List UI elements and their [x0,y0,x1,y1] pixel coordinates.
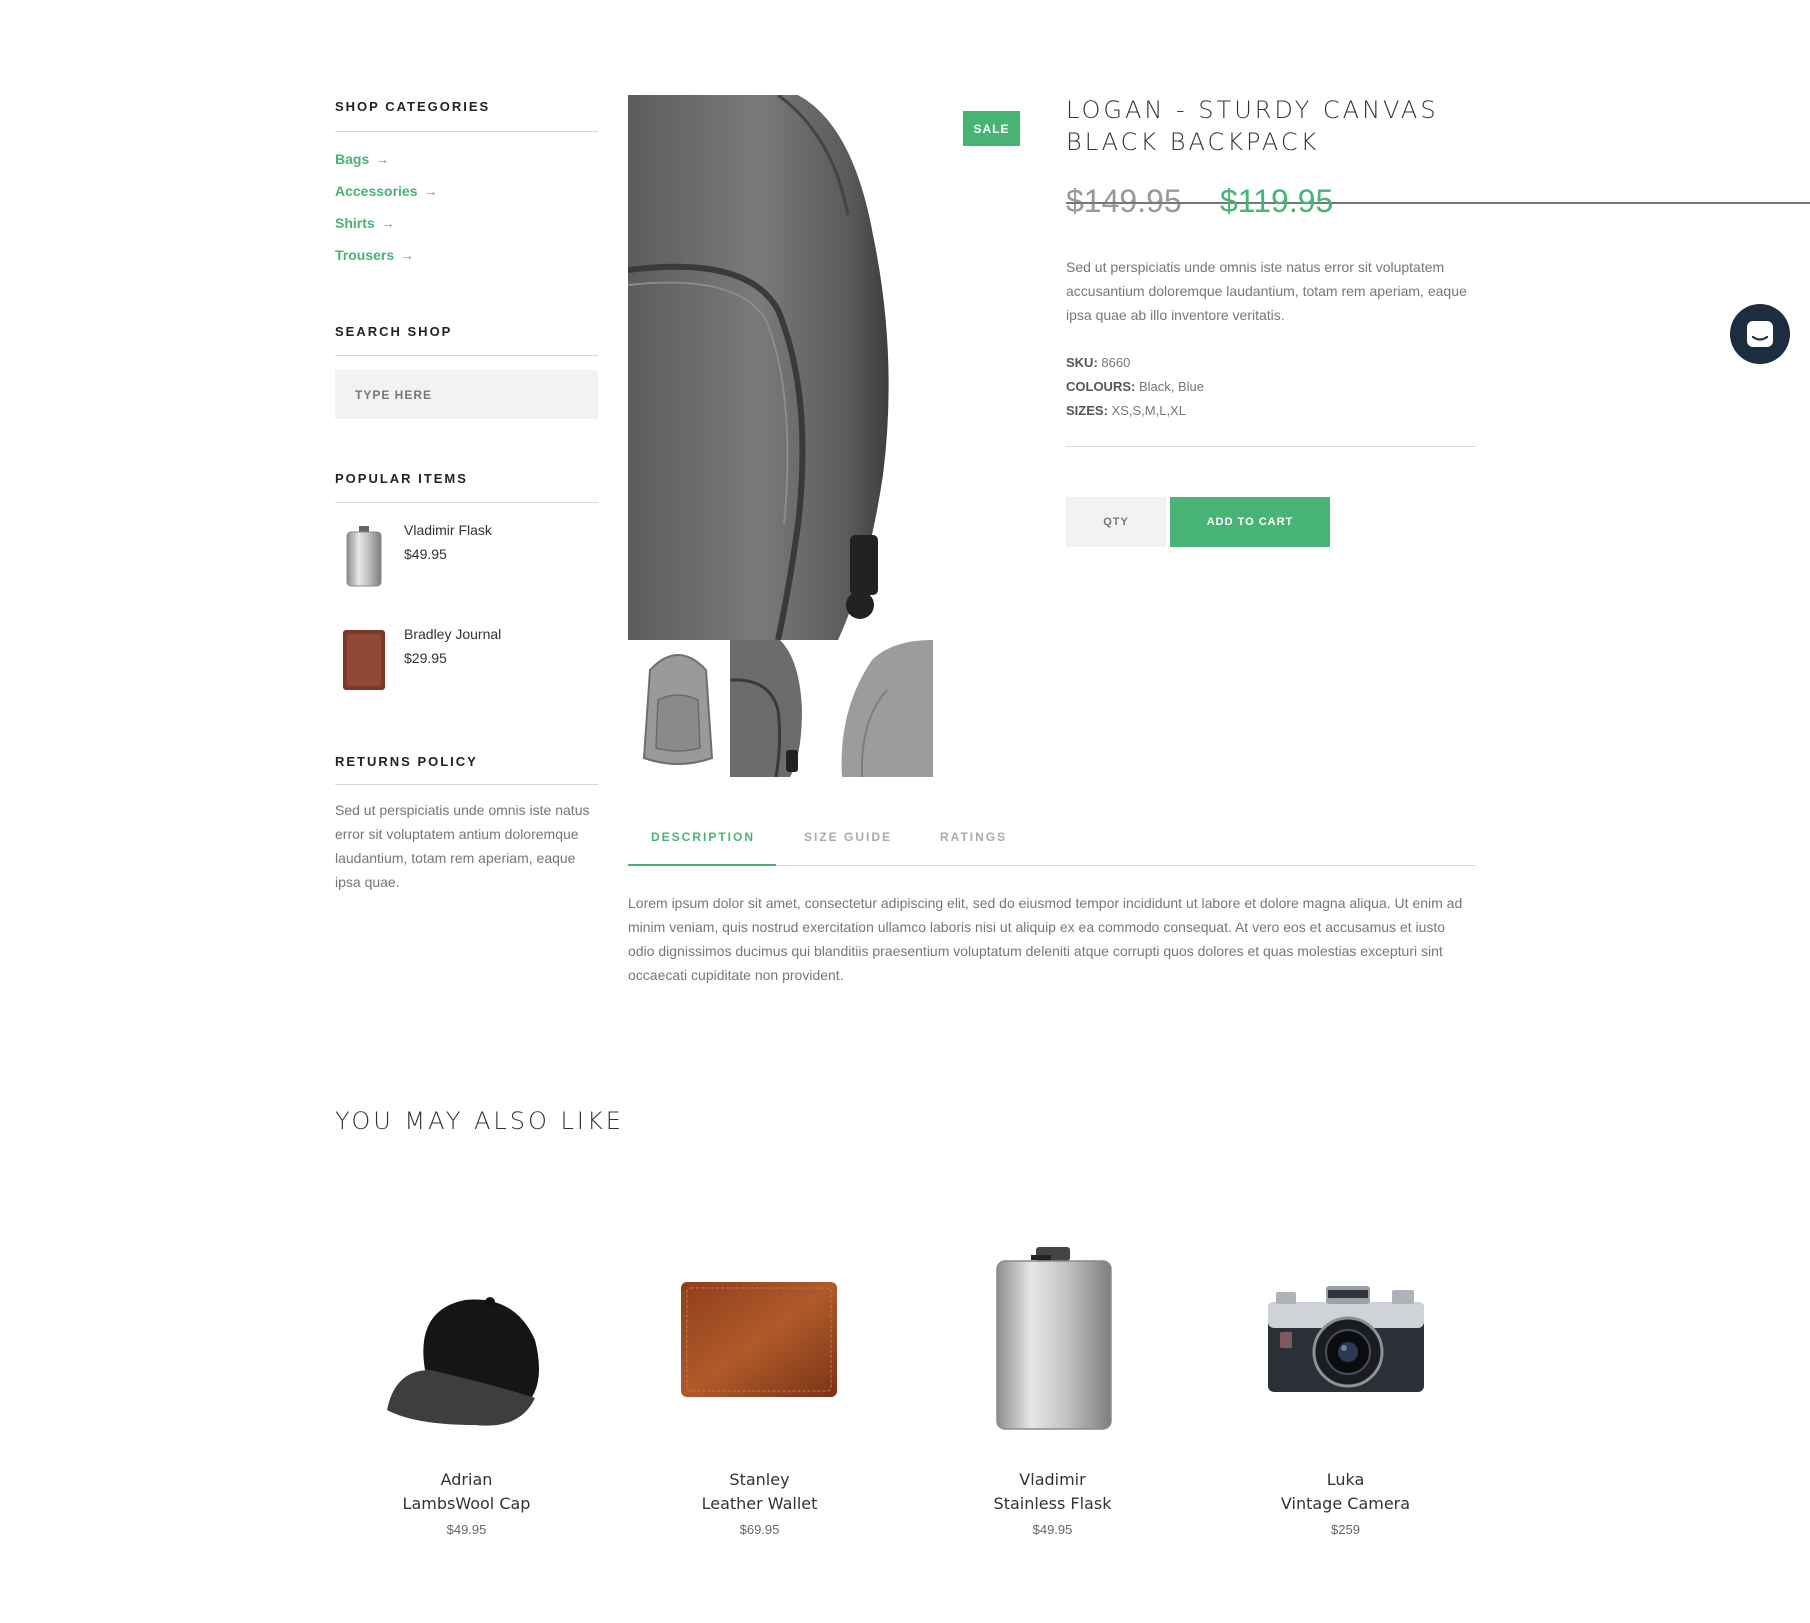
search-input[interactable] [335,370,598,419]
sale-badge: SALE [963,111,1020,146]
product-thumbnail-3[interactable] [832,640,933,777]
related-item-price: $69.95 [739,1522,780,1537]
chat-launcher-button[interactable] [1730,304,1790,364]
flask-thumbnail [346,526,382,587]
sizes-value: XS,S,M,L,XL [1111,403,1186,418]
popular-title: POPULAR ITEMS [335,471,468,486]
sku-label: SKU: [1066,355,1098,370]
related-item-name-line2: Vintage Camera [1280,1494,1411,1513]
colours-value: Black, Blue [1138,379,1205,394]
sizes-row: SIZES: XS,S,M,L,XL [1066,399,1204,423]
product-meta: SKU: 8660 COLOURS: Black, Blue SIZES: XS… [1066,351,1204,423]
returns-divider [335,784,598,785]
arrow-right-icon: → [423,183,438,199]
quantity-input[interactable]: QTY [1066,497,1166,547]
category-accessories[interactable]: Accessories → [335,183,438,199]
related-item-name-line2: Stainless Flask [993,1494,1112,1513]
arrow-right-icon: → [380,215,395,231]
active-tab-underline [628,864,776,866]
related-item-price: $259 [1331,1522,1360,1537]
tab-content: Lorem ipsum dolor sit amet, consectetur … [628,895,1463,983]
related-item-name-line2: Leather Wallet [701,1494,818,1513]
sku-row: SKU: 8660 [1066,351,1204,375]
product-info-divider [1066,446,1475,447]
search-divider [335,355,598,356]
product-short-description: Sed ut perspiciatis unde omnis iste natu… [1066,259,1467,323]
sale-price: $119.95 [1220,183,1334,219]
related-item-name-line2: LambsWool Cap [402,1494,531,1513]
tab-ratings[interactable]: RATINGS [940,830,1007,844]
arrow-right-icon: → [375,151,390,167]
tab-size-guide[interactable]: SIZE GUIDE [804,830,892,844]
product-thumbnail-2[interactable] [730,640,831,777]
colours-row: COLOURS: Black, Blue [1066,375,1204,399]
related-title: YOU MAY ALSO LIKE [335,1107,624,1135]
popular-item-price: $29.95 [404,650,447,666]
popular-item-price: $49.95 [404,546,447,562]
camera-image [1268,1286,1424,1392]
flask-image [996,1247,1112,1430]
popular-item-journal[interactable]: Bradley Journal $29.95 [335,624,598,694]
categories-title: SHOP CATEGORIES [335,99,491,114]
sku-value: 8660 [1101,355,1131,370]
returns-title: RETURNS POLICY [335,754,478,769]
category-shirts[interactable]: Shirts → [335,215,395,231]
returns-text: Sed ut perspiciatis unde omnis iste natu… [335,802,590,890]
chat-icon [1747,321,1773,347]
related-item-name-line1: Vladimir [1019,1470,1086,1489]
popular-item-flask[interactable]: Vladimir Flask $49.95 [335,520,598,590]
search-title: SEARCH SHOP [335,324,453,339]
journal-thumbnail [343,630,385,690]
popular-divider [335,502,598,503]
popular-item-name: Vladimir Flask [404,522,492,538]
categories-divider [335,131,598,132]
category-trousers[interactable]: Trousers → [335,247,414,263]
related-item-price: $49.95 [1032,1522,1073,1537]
cap-image [387,1297,539,1426]
sizes-label: SIZES: [1066,403,1108,418]
category-label: Accessories [335,183,418,199]
related-item-name-line1: Stanley [729,1470,790,1489]
add-to-cart-button[interactable]: ADD TO CART [1170,497,1330,547]
product-main-image[interactable] [628,95,898,640]
product-title: LOGAN - STURDY CANVAS BLACK BACKPACK [1066,96,1439,156]
related-item-name-line1: Adrian [440,1470,493,1489]
related-item-cap[interactable]: Adrian LambsWool Cap $49.95 [335,1230,598,1550]
category-bags[interactable]: Bags → [335,151,389,167]
arrow-right-icon: → [400,247,415,263]
popular-item-name: Bradley Journal [404,626,502,642]
category-label: Shirts [335,215,375,231]
related-item-wallet[interactable]: Stanley Leather Wallet $69.95 [628,1230,891,1550]
related-item-flask[interactable]: Vladimir Stainless Flask $49.95 [921,1230,1184,1550]
related-item-price: $49.95 [446,1522,487,1537]
category-label: Bags [335,151,370,167]
old-price: $149.95 [1066,183,1810,220]
colours-label: COLOURS: [1066,379,1136,394]
related-item-camera[interactable]: Luka Vintage Camera $259 [1214,1230,1477,1550]
tab-description[interactable]: DESCRIPTION [651,830,755,844]
related-item-name-line1: Luka [1326,1470,1365,1489]
category-label: Trousers [335,247,395,263]
product-thumbnail-1[interactable] [628,640,729,777]
wallet-image [681,1282,837,1397]
